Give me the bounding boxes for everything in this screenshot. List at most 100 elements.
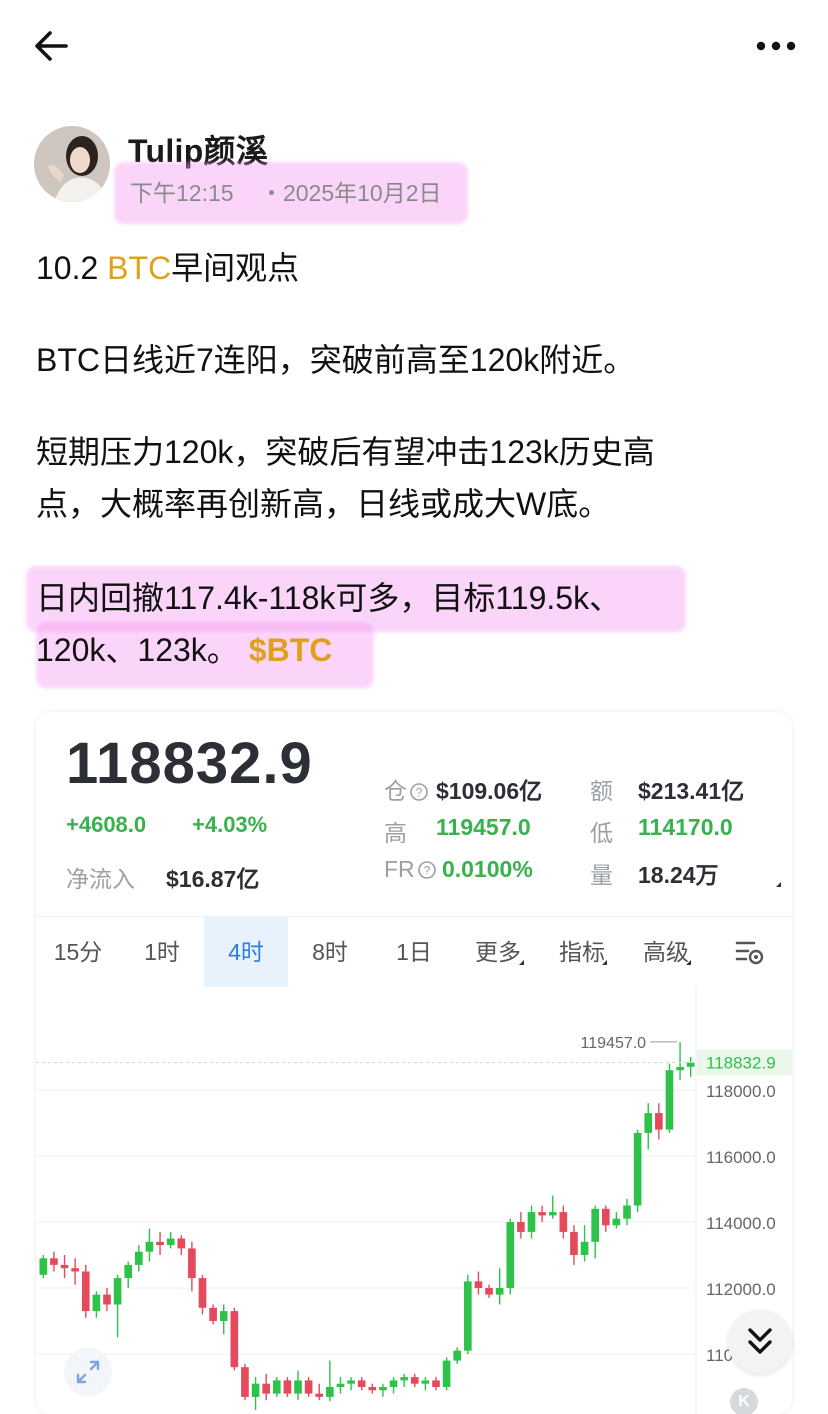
candle-body — [474, 1281, 483, 1288]
candle-body — [400, 1377, 408, 1381]
candle-body — [495, 1288, 504, 1295]
tab-1d[interactable]: 1日 — [372, 917, 456, 987]
candle-body — [135, 1251, 143, 1265]
top-bar — [0, 0, 828, 95]
candle-body — [145, 1241, 154, 1252]
headline-text: 早间观点 — [171, 250, 300, 286]
turnover-value: $213.41亿 — [638, 778, 745, 804]
candle-body — [357, 1380, 366, 1387]
dropdown-corner-icon — [519, 960, 524, 965]
post-paragraph-3-line-1: 日内回撤117.4k-118k可多，目标119.5k、 — [36, 580, 622, 616]
candle-body — [81, 1271, 90, 1312]
candle-body — [591, 1208, 599, 1242]
post-time: 下午12:15 — [130, 180, 234, 206]
post-paragraph-1: BTC日线近7连阳，突破前高至120k附近。 — [36, 342, 636, 378]
volume-label: 量 — [590, 862, 613, 888]
candle-body — [188, 1248, 196, 1279]
candle-body — [304, 1380, 313, 1394]
max-price-label: 119457.0 — [581, 1035, 647, 1052]
tab-15m[interactable]: 15分 — [36, 917, 120, 987]
candle-body — [580, 1241, 589, 1255]
price-tick-label: 112000.0 — [706, 1280, 776, 1299]
candle-body — [570, 1231, 578, 1255]
tab-more[interactable]: 更多 — [456, 917, 540, 987]
help-icon[interactable]: ? — [409, 782, 429, 802]
scroll-down-button[interactable] — [728, 1310, 792, 1374]
k-logo-icon: K — [730, 1388, 758, 1414]
cashtag-link[interactable]: $BTC — [249, 632, 333, 668]
candle-body — [326, 1387, 334, 1397]
price-change: +4608.0 — [66, 812, 147, 837]
candle-body — [379, 1387, 387, 1391]
net-inflow-label: 净流入 — [66, 866, 135, 892]
post-headline: 10.2 BTC早间观点 — [36, 244, 299, 292]
post-paragraph-2-line-2: 点，大概率再创新高，日线或成大W底。 — [36, 486, 611, 522]
price-change-percent: +4.03% — [192, 812, 268, 837]
candle-body — [453, 1350, 462, 1361]
svg-text:?: ? — [416, 786, 423, 800]
candle-body — [50, 1258, 58, 1265]
candle-body — [485, 1288, 493, 1295]
turnover-label: 额 — [590, 778, 613, 804]
price-tick-label: 116000.0 — [706, 1148, 776, 1167]
tab-8h[interactable]: 8时 — [288, 917, 372, 987]
funding-rate-value: 0.0100% — [442, 856, 533, 882]
low-value: 114170.0 — [638, 814, 733, 840]
tab-indicators[interactable]: 指标 — [540, 917, 624, 987]
candle-body — [665, 1070, 674, 1130]
candle-body — [686, 1062, 695, 1067]
targets-text: 120k、123k。 — [36, 632, 239, 668]
chart-settings-icon[interactable] — [734, 937, 766, 967]
help-icon[interactable]: ? — [417, 860, 437, 880]
candle-body — [464, 1281, 472, 1351]
candle-body — [241, 1367, 249, 1397]
candle-body — [230, 1311, 239, 1368]
candle-body — [432, 1380, 440, 1387]
expand-diagonal-icon — [76, 1360, 100, 1384]
candle-body — [166, 1238, 175, 1246]
candle-body — [209, 1307, 217, 1321]
candle-body — [113, 1278, 122, 1305]
svg-text:?: ? — [423, 864, 430, 878]
more-horizontal-icon[interactable] — [754, 36, 798, 56]
timeframe-tabs: 15分 1时 4时 8时 1日 更多 指标 高级 — [36, 916, 792, 987]
high-label: 高 — [384, 820, 407, 846]
post-timestamp: 下午12:15 ・2025年10月2日 — [130, 174, 442, 208]
ticker-link[interactable]: BTC — [107, 250, 171, 286]
candle-body — [347, 1380, 355, 1384]
dropdown-corner-icon — [602, 960, 607, 965]
chart-annotations: 118832.9119457.0108566.0 — [36, 1035, 792, 1076]
candle-body — [644, 1113, 653, 1133]
low-label: 低 — [590, 820, 613, 846]
arrow-left-icon[interactable] — [32, 28, 72, 64]
candle-body — [527, 1212, 536, 1232]
candle-body — [251, 1383, 260, 1397]
candle-body — [633, 1132, 642, 1206]
candle-body — [219, 1311, 228, 1321]
candle-body — [559, 1212, 568, 1232]
expand-corner-icon[interactable] — [776, 882, 781, 887]
tab-advanced[interactable]: 高级 — [624, 917, 708, 987]
high-value: 119457.0 — [436, 814, 531, 840]
candle-body — [389, 1380, 398, 1387]
candle-body — [156, 1241, 164, 1246]
candle-body — [676, 1066, 684, 1071]
current-price-label: 118832.9 — [706, 1054, 776, 1073]
market-card[interactable]: 118832.9 +4608.0 +4.03% 净流入 $16.87亿 仓? $… — [36, 712, 792, 1414]
candle-body — [506, 1222, 515, 1288]
candle-body — [198, 1278, 207, 1308]
dropdown-corner-icon — [686, 960, 691, 965]
avatar[interactable] — [34, 126, 110, 202]
net-inflow-value: $16.87亿 — [166, 866, 260, 892]
candles — [39, 1041, 695, 1411]
candle-body — [368, 1387, 377, 1391]
expand-button[interactable] — [64, 1348, 112, 1396]
candlestick-chart[interactable]: 118000.0116000.0114000.0112000.0110 1188… — [36, 986, 792, 1414]
candle-body — [655, 1113, 663, 1130]
candle-body — [442, 1360, 451, 1387]
candle-body — [92, 1294, 101, 1312]
candle-body — [39, 1258, 48, 1275]
tab-1h[interactable]: 1时 — [120, 917, 204, 987]
open-interest-value: $109.06亿 — [436, 778, 543, 804]
tab-4h[interactable]: 4时 — [204, 917, 288, 987]
